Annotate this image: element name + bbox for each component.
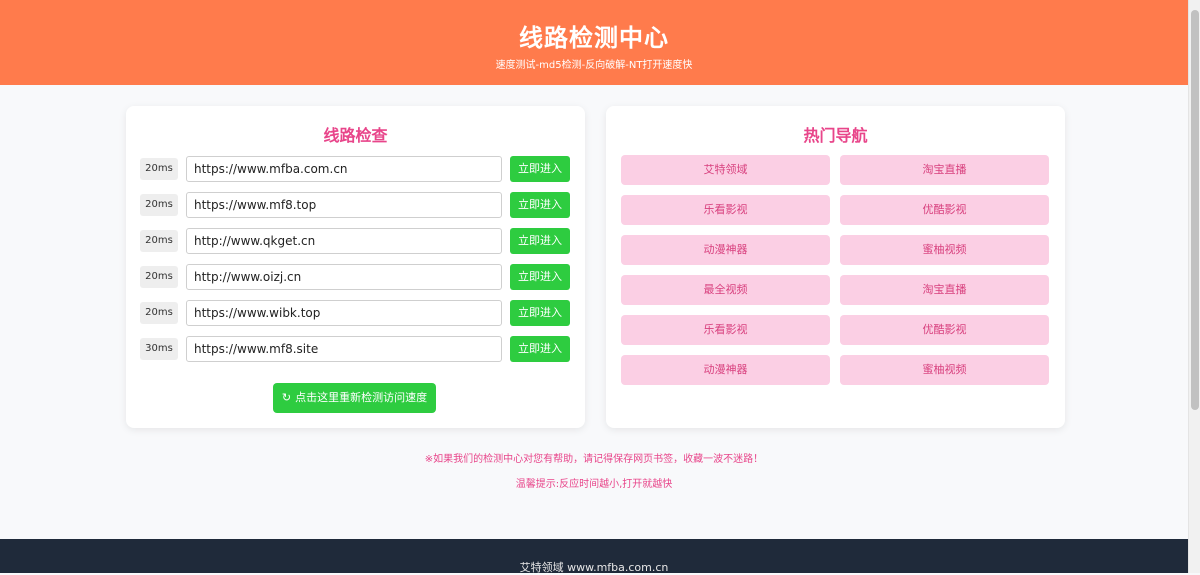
nav-link[interactable]: 蜜柚视频 bbox=[840, 355, 1049, 385]
nav-link[interactable]: 淘宝直播 bbox=[840, 155, 1049, 185]
enter-button[interactable]: 立即进入 bbox=[510, 156, 570, 182]
url-field[interactable]: http://www.qkget.cn bbox=[186, 228, 502, 254]
nav-link[interactable]: 艾特领域 bbox=[621, 155, 830, 185]
line-check-title: 线路检查 bbox=[323, 126, 388, 145]
latency-badge: 20ms bbox=[140, 302, 178, 324]
line-check-panel: 线路检查 20ms https://www.mfba.com.cn 立即进入 2… bbox=[126, 106, 585, 428]
url-field[interactable]: https://www.mf8.top bbox=[186, 192, 502, 218]
footer-text: 艾特领域 www.mfba.com.cn bbox=[519, 561, 669, 574]
nav-link[interactable]: 动漫神器 bbox=[621, 235, 830, 265]
hot-nav-title: 热门导航 bbox=[803, 126, 868, 145]
line-row: 20ms http://www.oizj.cn 立即进入 bbox=[140, 264, 571, 290]
enter-button[interactable]: 立即进入 bbox=[510, 336, 570, 362]
nav-link[interactable]: 乐看影视 bbox=[621, 315, 830, 345]
nav-link[interactable]: 动漫神器 bbox=[621, 355, 830, 385]
nav-link[interactable]: 乐看影视 bbox=[621, 195, 830, 225]
nav-link[interactable]: 淘宝直播 bbox=[840, 275, 1049, 305]
enter-button[interactable]: 立即进入 bbox=[510, 264, 570, 290]
page-title: 线路检测中心 bbox=[519, 24, 669, 52]
page-footer: 艾特领域 www.mfba.com.cn bbox=[0, 539, 1188, 574]
page-scrollbar[interactable] bbox=[1188, 0, 1200, 573]
recheck-label: 点击这里重新检测访问速度 bbox=[295, 391, 428, 404]
url-field[interactable]: https://www.wibk.top bbox=[186, 300, 502, 326]
latency-badge: 20ms bbox=[140, 230, 178, 252]
line-row: 30ms https://www.mf8.site 立即进入 bbox=[140, 336, 571, 362]
line-row: 20ms https://www.mf8.top 立即进入 bbox=[140, 192, 571, 218]
page-subtitle: 速度测试-md5检测-反向破解-NT打开速度快 bbox=[495, 60, 693, 71]
url-field[interactable]: https://www.mf8.site bbox=[186, 336, 502, 362]
recheck-speed-button[interactable]: ↻ 点击这里重新检测访问速度 bbox=[273, 383, 436, 413]
nav-link[interactable]: 最全视频 bbox=[621, 275, 830, 305]
speed-tip: 温馨提示:反应时间越小,打开就越快 bbox=[515, 479, 673, 490]
latency-badge: 30ms bbox=[140, 338, 178, 360]
refresh-icon: ↻ bbox=[281, 391, 292, 404]
nav-link[interactable]: 优酷影视 bbox=[840, 195, 1049, 225]
latency-badge: 20ms bbox=[140, 158, 178, 180]
bookmark-notice: ※如果我们的检测中心对您有帮助，请记得保存网页书签，收藏一波不迷路！ bbox=[424, 454, 764, 465]
line-row: 20ms https://www.mfba.com.cn 立即进入 bbox=[140, 156, 571, 182]
line-row: 20ms http://www.qkget.cn 立即进入 bbox=[140, 228, 571, 254]
latency-badge: 20ms bbox=[140, 266, 178, 288]
enter-button[interactable]: 立即进入 bbox=[510, 300, 570, 326]
nav-link[interactable]: 优酷影视 bbox=[840, 315, 1049, 345]
url-field[interactable]: http://www.oizj.cn bbox=[186, 264, 502, 290]
latency-badge: 20ms bbox=[140, 194, 178, 216]
enter-button[interactable]: 立即进入 bbox=[510, 228, 570, 254]
enter-button[interactable]: 立即进入 bbox=[510, 192, 570, 218]
page-header: 线路检测中心 速度测试-md5检测-反向破解-NT打开速度快 bbox=[0, 0, 1188, 85]
line-row: 20ms https://www.wibk.top 立即进入 bbox=[140, 300, 571, 326]
hot-nav-panel: 热门导航 艾特领域 淘宝直播 乐看影视 优酷影视 动漫神器 蜜柚视频 最全视频 … bbox=[606, 106, 1065, 428]
nav-link[interactable]: 蜜柚视频 bbox=[840, 235, 1049, 265]
scrollbar-thumb[interactable] bbox=[1191, 10, 1199, 410]
url-field[interactable]: https://www.mfba.com.cn bbox=[186, 156, 502, 182]
